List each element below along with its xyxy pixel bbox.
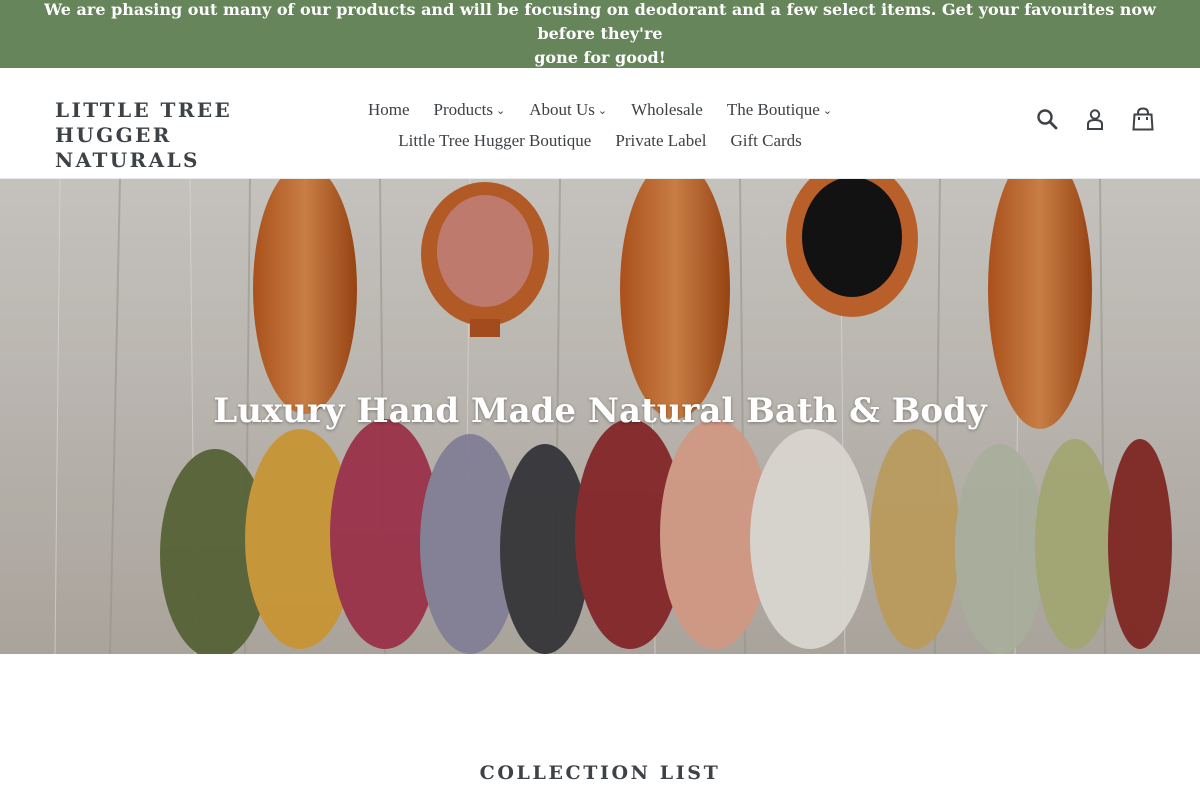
announcement-text-line1: We are phasing out many of our products … bbox=[44, 0, 1156, 43]
nav-item-about-us[interactable]: About Us ⌄ bbox=[517, 95, 619, 126]
nav-home-label: Home bbox=[367, 100, 410, 119]
nav-item-home[interactable]: Home bbox=[356, 95, 422, 126]
nav-private-label-label: Private Label bbox=[615, 131, 707, 150]
hero-title: Luxury Hand Made Natural Bath & Body bbox=[213, 391, 987, 431]
logo-line1: LITTLE TREE HUGGER bbox=[55, 98, 233, 147]
main-nav: Home Products ⌄ About Us ⌄ Wholesale The B… bbox=[340, 95, 860, 156]
nav-little-tree-hugger-boutique-label: Little Tree Hugger Boutique bbox=[398, 131, 592, 150]
chevron-down-icon: ⌄ bbox=[597, 104, 608, 117]
cart-icon bbox=[1132, 107, 1154, 131]
nav-item-private-label[interactable]: Private Label bbox=[603, 126, 718, 156]
nav-item-gift-cards[interactable]: Gift Cards bbox=[718, 126, 813, 156]
site-header: LITTLE TREE HUGGER NATURALS Home Product… bbox=[0, 68, 1200, 179]
chevron-down-icon: ⌄ bbox=[495, 104, 506, 117]
collection-list-title: COLLECTION LIST bbox=[479, 762, 721, 784]
cart-button[interactable] bbox=[1130, 106, 1156, 132]
site-logo[interactable]: LITTLE TREE HUGGER NATURALS bbox=[55, 98, 335, 173]
nav-item-wholesale[interactable]: Wholesale bbox=[619, 95, 715, 126]
hero-banner: Luxury Hand Made Natural Bath & Body bbox=[0, 179, 1200, 654]
nav-wholesale-label: Wholesale bbox=[631, 100, 703, 119]
nav-gift-cards-label: Gift Cards bbox=[730, 131, 802, 150]
collection-list-section: COLLECTION LIST bbox=[0, 654, 1200, 800]
chevron-down-icon: ⌄ bbox=[822, 104, 833, 117]
nav-the-boutique-label: The Boutique bbox=[726, 100, 820, 119]
logo-line2: NATURALS bbox=[55, 148, 200, 172]
account-icon bbox=[1087, 109, 1103, 130]
header-icons bbox=[1034, 106, 1156, 132]
nav-item-the-boutique[interactable]: The Boutique ⌄ bbox=[715, 95, 844, 126]
account-button[interactable] bbox=[1082, 106, 1108, 132]
nav-item-little-tree-hugger-boutique[interactable]: Little Tree Hugger Boutique bbox=[386, 126, 603, 156]
announcement-text-line2: gone for good! bbox=[534, 48, 666, 67]
search-button[interactable] bbox=[1034, 106, 1060, 132]
announcement-bar[interactable]: We are phasing out many of our products … bbox=[0, 0, 1200, 68]
nav-item-products[interactable]: Products ⌄ bbox=[421, 95, 517, 126]
nav-products-label: Products bbox=[433, 100, 493, 119]
nav-about-us-label: About Us bbox=[529, 100, 595, 119]
search-icon bbox=[1037, 109, 1058, 130]
